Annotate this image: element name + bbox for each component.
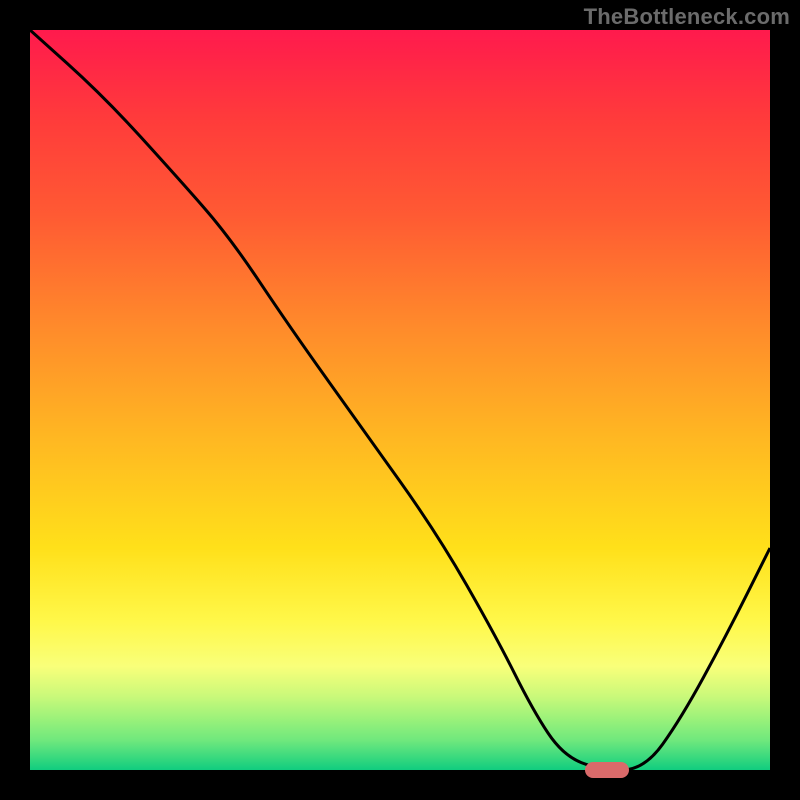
chart-frame: TheBottleneck.com: [0, 0, 800, 800]
watermark-text: TheBottleneck.com: [584, 4, 790, 30]
chart-marker: [585, 762, 629, 778]
chart-plot-area: [30, 30, 770, 770]
